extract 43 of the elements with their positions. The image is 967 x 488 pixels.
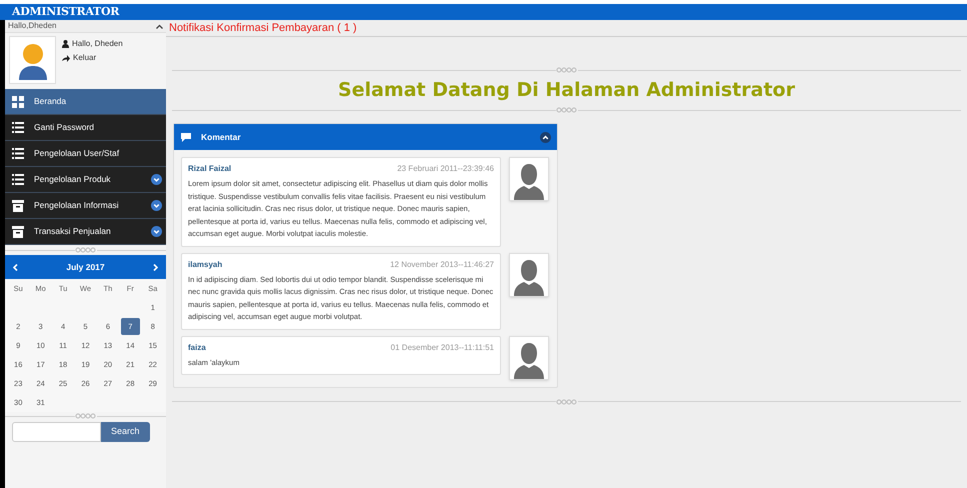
- search-button[interactable]: Search: [101, 422, 150, 442]
- user-bar-label: Hallo,Dheden: [8, 20, 56, 32]
- comment-date: 01 Desember 2013--11:11:51: [390, 342, 494, 354]
- list-icon: [12, 148, 24, 159]
- menu-item[interactable]: Ganti Password: [5, 115, 166, 141]
- previous-month-icon[interactable]: [13, 264, 18, 270]
- menu-item[interactable]: Transaksi Penjualan: [5, 219, 166, 245]
- greeting-text: Hallo, Dheden: [72, 38, 123, 50]
- comment-author: Rizal Faizal: [188, 163, 232, 175]
- chevron-down-icon[interactable]: [151, 200, 162, 211]
- archive-icon: [12, 200, 24, 212]
- grid-icon: [12, 96, 24, 108]
- menu-item[interactable]: Beranda: [5, 89, 166, 115]
- comment-date: 12 November 2013--11:46:27: [390, 258, 494, 270]
- panel-title: Komentar: [201, 130, 242, 144]
- menu-item[interactable]: Pengelolaan Produk: [5, 167, 166, 193]
- payment-notification-link[interactable]: Notifikasi Konfirmasi Pembayaran ( 1 ): [169, 20, 357, 36]
- chevron-up-icon[interactable]: [540, 132, 551, 142]
- divider-ornament-icon: [556, 398, 578, 404]
- chevron-down-icon[interactable]: [151, 226, 162, 237]
- comment-author: faiza: [188, 342, 206, 354]
- chevron-down-icon[interactable]: [151, 174, 162, 185]
- welcome-heading: Selamat Datang Di Halaman Administrator: [338, 78, 795, 103]
- list-icon: [12, 122, 24, 133]
- divider-ornament-icon: [74, 247, 96, 253]
- logout-link[interactable]: Keluar: [73, 52, 96, 64]
- comment-date: 23 Februari 2011--23:39:46: [397, 163, 494, 175]
- caret-up-icon[interactable]: [156, 24, 163, 28]
- divider-ornament-icon: [556, 67, 578, 73]
- speech-bubble-icon: [181, 132, 191, 142]
- calendar-month: July 2017: [66, 260, 105, 274]
- divider-ornament-icon: [556, 107, 578, 113]
- archive-icon: [12, 226, 24, 238]
- divider-ornament-icon: [74, 413, 96, 419]
- arrow-right-icon: [62, 54, 70, 62]
- list-icon: [12, 174, 24, 185]
- next-month-icon[interactable]: [153, 264, 158, 270]
- header-title: ADMINISTRATOR: [12, 4, 120, 20]
- menu-item[interactable]: Pengelolaan Informasi: [5, 193, 166, 219]
- search-field[interactable]: [12, 422, 101, 442]
- menu-item[interactable]: Pengelolaan User/Staf: [5, 141, 166, 167]
- comment-author: ilamsyah: [188, 258, 222, 270]
- user-icon: [62, 40, 69, 48]
